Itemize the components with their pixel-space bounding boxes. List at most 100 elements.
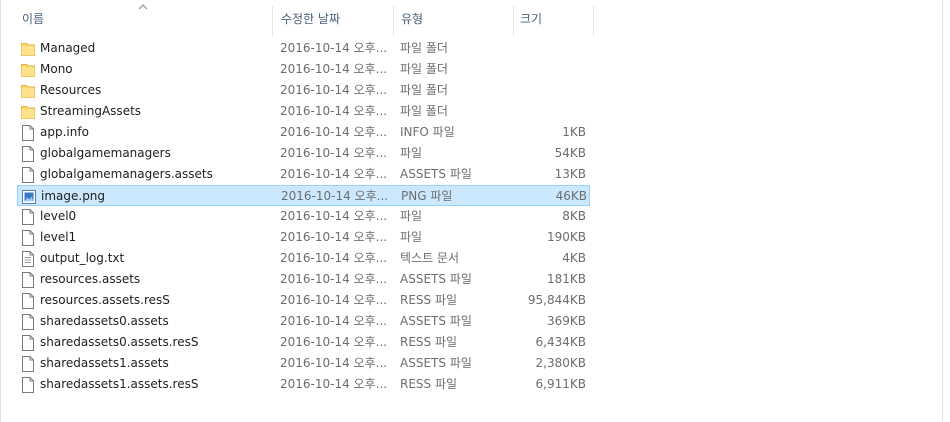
file-row[interactable]: image.png 2016-10-14 오후... PNG 파일 46KB (17, 185, 590, 206)
column-divider[interactable] (513, 6, 514, 36)
file-date: 2016-10-14 오후... (280, 356, 388, 370)
file-size: 369KB (546, 314, 586, 328)
file-size: 8KB (562, 209, 586, 223)
column-divider[interactable] (393, 6, 394, 36)
file-type: 파일 폴더 (400, 41, 448, 55)
file-date: 2016-10-14 오후... (280, 41, 388, 55)
file-size: 46KB (555, 189, 587, 203)
file-type: RESS 파일 (400, 293, 458, 307)
file-type: ASSETS 파일 (400, 167, 472, 181)
file-row[interactable]: output_log.txt 2016-10-14 오후... 텍스트 문서 4KB (17, 248, 590, 269)
file-name: level0 (40, 209, 77, 223)
file-date: 2016-10-14 오후... (280, 83, 388, 97)
file-date: 2016-10-14 오후... (280, 167, 388, 181)
file-type: 파일 폴더 (400, 104, 448, 118)
file-name: output_log.txt (40, 251, 125, 265)
file-icon (22, 314, 34, 330)
file-row[interactable]: globalgamemanagers 2016-10-14 오후... 파일 54KB (17, 143, 590, 164)
column-divider[interactable] (272, 6, 273, 36)
folder-icon (21, 43, 35, 56)
file-name: Mono (40, 62, 73, 76)
file-row[interactable]: resources.assets 2016-10-14 오후... ASSETS 파… (17, 269, 590, 290)
file-date: 2016-10-14 오후... (280, 104, 388, 118)
file-name: sharedassets1.assets (40, 356, 169, 370)
file-type: 파일 폴더 (400, 83, 448, 97)
file-icon (22, 335, 34, 351)
file-icon (22, 356, 34, 372)
file-row[interactable]: sharedassets1.assets.resS 2016-10-14 오후..… (17, 374, 590, 395)
file-size: 6,911KB (535, 377, 586, 391)
file-icon (22, 146, 34, 162)
file-name: image.png (41, 189, 106, 203)
file-row[interactable]: sharedassets1.assets 2016-10-14 오후... ASSE… (17, 353, 590, 374)
file-type: RESS 파일 (400, 335, 458, 349)
file-size: 2,380KB (535, 356, 586, 370)
file-row[interactable]: resources.assets.resS 2016-10-14 오후... RES… (17, 290, 590, 311)
file-type: INFO 파일 (400, 125, 455, 139)
folder-icon (21, 64, 35, 77)
file-type: ASSETS 파일 (400, 356, 472, 370)
file-icon (22, 209, 34, 225)
file-date: 2016-10-14 오후... (280, 230, 388, 244)
file-name: globalgamemanagers (40, 146, 171, 160)
file-type: 파일 (400, 230, 423, 244)
file-name: Managed (40, 41, 96, 55)
file-date: 2016-10-14 오후... (280, 209, 388, 223)
file-name: globalgamemanagers.assets (40, 167, 213, 181)
file-type: ASSETS 파일 (400, 272, 472, 286)
file-name: resources.assets.resS (40, 293, 170, 307)
column-header-bar: 이름 수정한 날짜 유형 크기 (0, 0, 942, 36)
file-name: Resources (40, 83, 102, 97)
column-header-name[interactable]: 이름 (22, 0, 272, 36)
file-type: PNG 파일 (401, 189, 453, 203)
file-name: sharedassets1.assets.resS (40, 377, 199, 391)
file-date: 2016-10-14 오후... (280, 377, 388, 391)
column-header-type[interactable]: 유형 (401, 0, 511, 36)
file-row[interactable]: sharedassets0.assets 2016-10-14 오후... ASSE… (17, 311, 590, 332)
file-date: 2016-10-14 오후... (280, 293, 388, 307)
file-size: 181KB (546, 272, 586, 286)
file-date: 2016-10-14 오후... (280, 146, 388, 160)
file-icon (22, 293, 34, 309)
file-date: 2016-10-14 오후... (280, 314, 388, 328)
file-name: level1 (40, 230, 77, 244)
file-icon (22, 272, 34, 288)
file-icon (22, 125, 34, 141)
file-size: 6,434KB (535, 335, 586, 349)
file-type: 파일 (400, 146, 423, 160)
file-row[interactable]: sharedassets0.assets.resS 2016-10-14 오후..… (17, 332, 590, 353)
file-size: 1KB (562, 125, 586, 139)
file-row[interactable]: Mono 2016-10-14 오후... 파일 폴더 (17, 59, 590, 80)
file-date: 2016-10-14 오후... (280, 335, 388, 349)
file-row[interactable]: level1 2016-10-14 오후... 파일 190KB (17, 227, 590, 248)
column-divider[interactable] (593, 6, 594, 36)
file-size: 190KB (546, 230, 586, 244)
file-type: RESS 파일 (400, 377, 458, 391)
file-row[interactable]: level0 2016-10-14 오후... 파일 8KB (17, 206, 590, 227)
column-header-date[interactable]: 수정한 날짜 (281, 0, 391, 36)
file-type: ASSETS 파일 (400, 314, 472, 328)
file-row[interactable]: app.info 2016-10-14 오후... INFO 파일 1KB (17, 122, 590, 143)
file-row[interactable]: Resources 2016-10-14 오후... 파일 폴더 (17, 80, 590, 101)
window-left-edge (0, 0, 1, 422)
file-row[interactable]: Managed 2016-10-14 오후... 파일 폴더 (17, 38, 590, 59)
file-row[interactable]: StreamingAssets 2016-10-14 오후... 파일 폴더 (17, 101, 590, 122)
file-icon (22, 230, 34, 246)
file-icon (22, 167, 34, 183)
file-name: StreamingAssets (40, 104, 142, 118)
file-date: 2016-10-14 오후... (280, 125, 388, 139)
file-size: 95,844KB (527, 293, 586, 307)
file-type: 텍스트 문서 (400, 251, 460, 265)
file-name: sharedassets0.assets (40, 314, 169, 328)
file-type: 파일 폴더 (400, 62, 448, 76)
folder-icon (21, 85, 35, 98)
file-date: 2016-10-14 오후... (280, 251, 388, 265)
window-right-edge (942, 0, 943, 422)
column-header-size[interactable]: 크기 (520, 0, 590, 36)
file-size: 13KB (554, 167, 586, 181)
file-size: 4KB (562, 251, 586, 265)
folder-icon (21, 106, 35, 119)
file-date: 2016-10-14 오후... (280, 272, 388, 286)
file-name: resources.assets (40, 272, 141, 286)
file-row[interactable]: globalgamemanagers.assets 2016-10-14 오후..… (17, 164, 590, 185)
